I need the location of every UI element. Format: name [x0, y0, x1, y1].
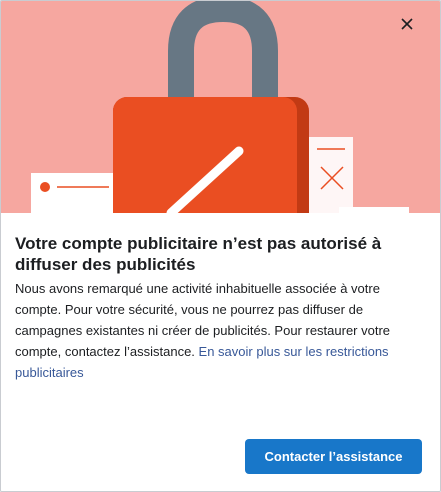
close-icon [401, 18, 413, 30]
close-button[interactable] [400, 17, 424, 41]
restricted-account-dialog: Votre compte publicitaire n’est pas auto… [0, 0, 441, 492]
contact-support-button[interactable]: Contacter l’assistance [245, 439, 422, 474]
dialog-content: Votre compte publicitaire n’est pas auto… [1, 213, 440, 491]
dialog-body: Nous avons remarqué une activité inhabit… [15, 278, 415, 383]
hero-illustration [1, 1, 440, 213]
padlock-illustration [31, 1, 409, 213]
dialog-title: Votre compte publicitaire n’est pas auto… [15, 234, 382, 274]
